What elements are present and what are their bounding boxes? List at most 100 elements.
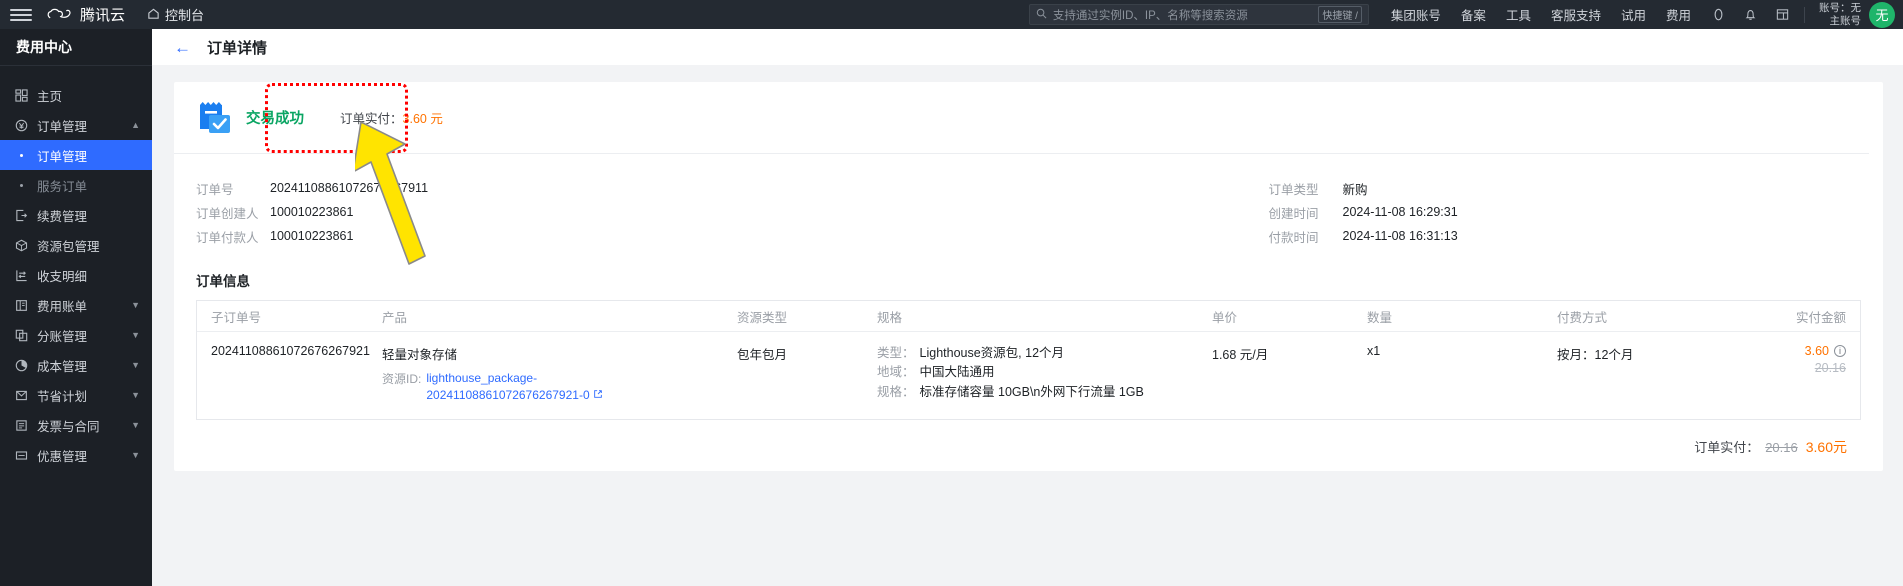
console-label: 控制台 bbox=[165, 8, 205, 23]
order-success-icon bbox=[196, 99, 232, 137]
meta-value: 2024-11-08 16:31:13 bbox=[1342, 229, 1458, 243]
hamburger-icon[interactable] bbox=[10, 8, 32, 21]
user-info-block[interactable]: 账号：无 主账号 bbox=[1819, 2, 1861, 26]
dashboard-icon bbox=[14, 88, 28, 102]
page-content: ← 订单详情 交易成功 订单实付：3.60 元 订单号 202411088610… bbox=[152, 29, 1903, 586]
console-link[interactable]: 控制台 bbox=[147, 5, 204, 24]
amount-original-value: 20.16 bbox=[1814, 361, 1846, 375]
link-icon[interactable] bbox=[1711, 7, 1726, 22]
sidebar-item-resource-package[interactable]: 资源包管理 bbox=[0, 230, 152, 260]
sidebar-title: 费用中心 bbox=[16, 39, 72, 55]
cell-pay-mode: 按月：12个月 bbox=[1557, 348, 1634, 362]
spec-line-region: 地域： 中国大陆通用 bbox=[877, 363, 1212, 382]
nav-item-tools[interactable]: 工具 bbox=[1506, 5, 1531, 24]
spec-line-type: 类型： Lighthouse资源包, 12个月 bbox=[877, 344, 1212, 363]
sidebar-item-transactions[interactable]: 收支明细 bbox=[0, 260, 152, 290]
meta-value: 100010223861 bbox=[270, 229, 354, 243]
nav-item-trial[interactable]: 试用 bbox=[1621, 5, 1646, 24]
sidebar-item-bills[interactable]: 费用账单 ▼ bbox=[0, 290, 152, 320]
order-meta-right: 订单类型 新购 创建时间 2024-11-08 16:29:31 付款时间 20… bbox=[1029, 176, 1862, 248]
cell-quantity: x1 bbox=[1367, 344, 1381, 358]
table-header-row: 子订单号 产品 资源类型 规格 单价 数量 付费方式 实付金额 bbox=[197, 301, 1860, 332]
avatar[interactable]: 无 bbox=[1869, 1, 1895, 28]
sidebar-item-savings-plan[interactable]: 节省计划 ▼ bbox=[0, 380, 152, 410]
order-status-strip: 交易成功 订单实付：3.60 元 bbox=[174, 82, 1869, 154]
table-row: 20241108861072676267921 轻量对象存储 资源ID: lig… bbox=[197, 332, 1860, 419]
sidebar-item-label: 续费管理 bbox=[37, 209, 88, 224]
sidebar-item-label: 优惠管理 bbox=[37, 449, 88, 464]
amount-paid-value: 3.60 bbox=[1804, 344, 1829, 358]
nav-item-group-account[interactable]: 集团账号 bbox=[1391, 5, 1441, 24]
external-link-icon[interactable] bbox=[593, 387, 603, 404]
order-total-footer: 订单实付： 20.16 3.60元 bbox=[174, 420, 1883, 457]
chevron-down-icon: ▼ bbox=[131, 300, 140, 310]
layout-icon[interactable] bbox=[1775, 7, 1790, 22]
chevron-down-icon: ▼ bbox=[131, 390, 140, 400]
sidebar-item-home[interactable]: 主页 bbox=[0, 80, 152, 110]
sidebar-item-cost-management[interactable]: 成本管理 ▼ bbox=[0, 350, 152, 380]
resource-id-link[interactable]: lighthouse_package-202411088610726762679… bbox=[426, 370, 611, 405]
section-title-order-info: 订单信息 bbox=[196, 274, 250, 289]
spec-value: 中国大陆通用 bbox=[919, 365, 995, 380]
column-header-sub-order-no: 子订单号 bbox=[211, 310, 262, 325]
search-shortcut-badge: 快捷键 / bbox=[1318, 6, 1362, 23]
spec-key: 类型： bbox=[877, 346, 915, 360]
column-header-unit-price: 单价 bbox=[1212, 310, 1238, 325]
sidebar-item-renewal[interactable]: 续费管理 bbox=[0, 200, 152, 230]
user-account-line1: 账号：无 bbox=[1819, 2, 1861, 15]
order-meta: 订单号 20241108861072676267911 订单创建人 100010… bbox=[174, 154, 1883, 254]
sidebar-subitem-order-management[interactable]: 订单管理 bbox=[0, 140, 152, 170]
bell-icon[interactable] bbox=[1743, 7, 1758, 22]
cell-spec: 类型： Lighthouse资源包, 12个月 地域： 中国大陆通用 规格： 标… bbox=[877, 344, 1212, 402]
column-header-quantity: 数量 bbox=[1367, 310, 1393, 325]
order-paid-value: 3.60 元 bbox=[402, 112, 443, 126]
home-icon bbox=[147, 7, 160, 23]
save-icon bbox=[14, 388, 28, 402]
cell-resource-type: 包年包月 bbox=[737, 348, 788, 362]
column-header-pay-mode: 付费方式 bbox=[1557, 310, 1608, 325]
package-icon bbox=[14, 238, 28, 252]
total-original: 20.16 bbox=[1765, 439, 1798, 455]
sidebar-item-label: 收支明细 bbox=[37, 269, 88, 284]
product-name: 轻量对象存储 bbox=[382, 348, 458, 362]
meta-value: 新购 bbox=[1342, 182, 1368, 197]
sidebar-item-discount[interactable]: 优惠管理 ▼ bbox=[0, 440, 152, 470]
column-header-amount: 实付金额 bbox=[1795, 310, 1846, 325]
cell-product: 轻量对象存储 资源ID: lighthouse_package-20241108… bbox=[382, 344, 737, 405]
discount-icon bbox=[14, 448, 28, 462]
total-final: 3.60元 bbox=[1805, 438, 1847, 455]
sidebar-item-label: 费用账单 bbox=[37, 299, 88, 314]
sidebar-subitem-label: 服务订单 bbox=[37, 179, 88, 194]
cell-unit-price: 1.68 元/月 bbox=[1212, 348, 1269, 362]
info-icon[interactable]: i bbox=[1834, 345, 1846, 357]
search-icon bbox=[1036, 8, 1047, 22]
search-input[interactable]: 支持通过实例ID、IP、名称等搜索资源 快捷键 / bbox=[1028, 4, 1369, 25]
sidebar-item-order-management[interactable]: 订单管理 ▲ bbox=[0, 110, 152, 140]
meta-key: 订单类型 bbox=[1268, 182, 1319, 197]
nav-item-support[interactable]: 客服支持 bbox=[1551, 5, 1601, 24]
sidebar-item-label: 发票与合同 bbox=[37, 419, 100, 434]
sidebar-item-invoice-contract[interactable]: 发票与合同 ▼ bbox=[0, 410, 152, 440]
amount-paid-wrapper: 3.60 i bbox=[1805, 344, 1846, 358]
arrow-left-icon[interactable]: ← bbox=[174, 39, 191, 56]
column-header-product: 产品 bbox=[382, 310, 408, 325]
renew-icon bbox=[14, 208, 28, 222]
sidebar-item-label: 节省计划 bbox=[37, 389, 88, 404]
meta-value: 100010223861 bbox=[270, 205, 354, 219]
nav-item-billing[interactable]: 费用 bbox=[1666, 5, 1691, 24]
sidebar-item-label: 订单管理 bbox=[37, 119, 88, 134]
meta-row-order-no: 订单号 20241108861072676267911 bbox=[196, 176, 1029, 200]
bullet-icon bbox=[14, 153, 28, 157]
nav-divider bbox=[1804, 6, 1805, 23]
sidebar-subitem-service-order[interactable]: 服务订单 bbox=[0, 170, 152, 200]
sidebar-item-split-billing[interactable]: 分账管理 ▼ bbox=[0, 320, 152, 350]
nav-item-icp[interactable]: 备案 bbox=[1461, 5, 1486, 24]
meta-key: 订单创建人 bbox=[196, 206, 259, 221]
brand-name: 腾讯云 bbox=[80, 7, 126, 24]
page-title: 订单详情 bbox=[207, 39, 268, 57]
brand-logo-area[interactable]: 腾讯云 bbox=[46, 4, 125, 25]
chevron-down-icon: ▼ bbox=[131, 420, 140, 430]
split-icon bbox=[14, 328, 28, 342]
cell-amount: 3.60 i 20.16 bbox=[1742, 344, 1860, 375]
bullet-icon bbox=[14, 183, 28, 187]
